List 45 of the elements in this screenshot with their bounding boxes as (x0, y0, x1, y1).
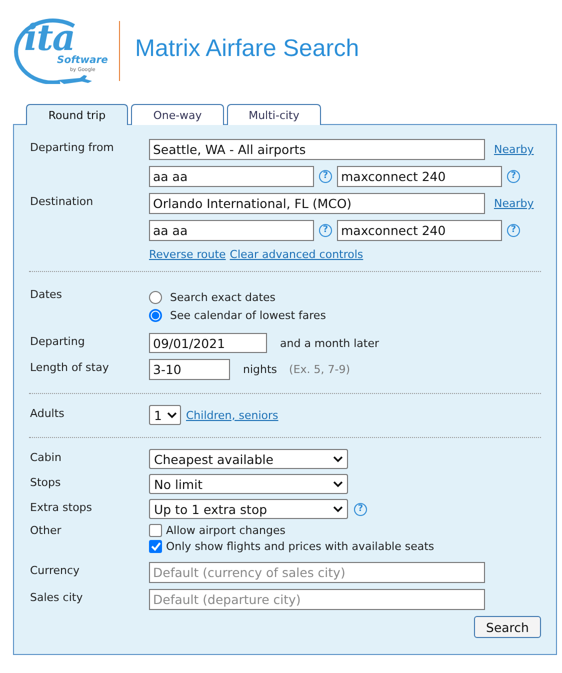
date-field[interactable]: 09/01/2021 (149, 333, 267, 353)
trip-tab[interactable]: Multi-city (227, 104, 321, 125)
airport-field[interactable]: Seattle, WA - All airports (149, 139, 485, 160)
route-link[interactable]: Reverse route (149, 248, 226, 260)
routing-field[interactable]: aa aa (149, 166, 314, 187)
radio-label: Search exact dates (170, 290, 276, 304)
nearby-link[interactable]: Nearby (494, 143, 534, 156)
routing-field[interactable]: aa aa (149, 220, 314, 241)
logo-subtitle: Software (57, 56, 108, 66)
field-label: Adults (30, 407, 64, 420)
stay-unit: nights (243, 363, 278, 376)
field-label: Other (30, 524, 62, 537)
option-select[interactable]: No limit (149, 474, 348, 494)
checkbox-label: Only show flights and prices with available seats (166, 540, 434, 552)
trip-tab[interactable]: One-way (131, 104, 224, 125)
airport-field[interactable]: Orlando International, FL (MCO) (149, 193, 485, 214)
field-label: Destination (30, 195, 94, 208)
trip-tab[interactable]: Round trip (26, 104, 128, 125)
option-select[interactable]: Cheapest available (149, 449, 348, 469)
nearby-link[interactable]: Nearby (494, 197, 534, 210)
children-seniors-link[interactable]: Children, seniors (186, 408, 278, 422)
settings-field[interactable]: Default (currency of sales city) (149, 562, 485, 583)
stay-hint: (Ex. 5, 7-9) (289, 363, 350, 376)
stay-field[interactable]: 3-10 (149, 359, 230, 380)
page-title: Matrix Airfare Search (135, 35, 360, 63)
field-label: Extra stops (30, 501, 92, 514)
search-button[interactable]: Search (474, 616, 541, 638)
checkbox-label: Allow airport changes (166, 524, 286, 536)
date-note: and a month later (280, 336, 380, 350)
field-label: Stops (30, 476, 61, 489)
radio-label: See calendar of lowest fares (170, 308, 326, 322)
field-label: Cabin (30, 451, 62, 464)
route-link[interactable]: Clear advanced controls (230, 248, 364, 260)
field-label: Departing (30, 335, 85, 348)
extension-field[interactable]: maxconnect 240 (337, 220, 502, 241)
settings-field[interactable]: Default (departure city) (149, 589, 485, 610)
logo-wordmark: ita (24, 20, 75, 56)
field-label: Sales city (30, 591, 83, 604)
field-label: Dates (30, 288, 62, 301)
option-select[interactable]: Up to 1 extra stop (149, 499, 348, 519)
field-label: Currency (30, 564, 80, 577)
extension-field[interactable]: maxconnect 240 (337, 166, 502, 187)
field-label: Departing from (30, 141, 114, 154)
adults-select[interactable]: 1 (149, 405, 181, 425)
field-label: Length of stay (30, 361, 109, 374)
